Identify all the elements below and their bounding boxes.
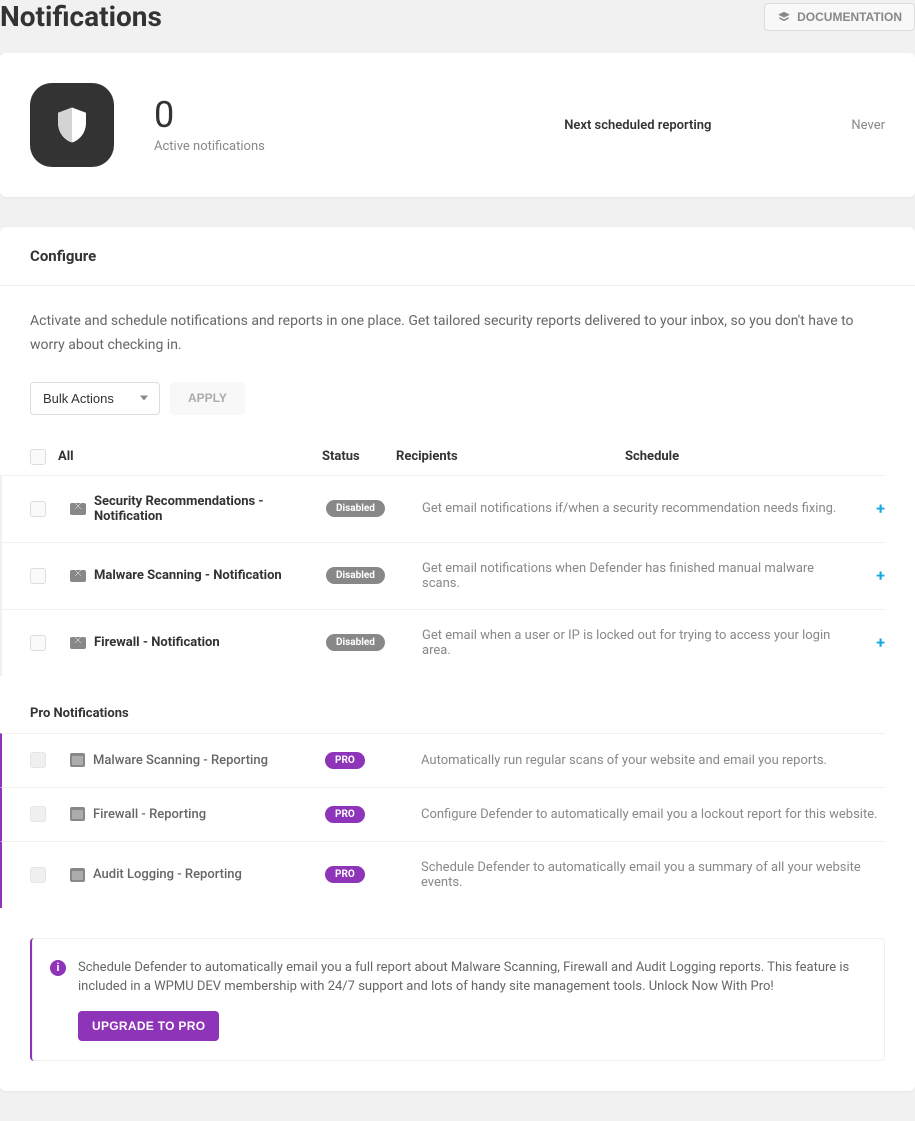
row-description: Automatically run regular scans of your …: [399, 753, 885, 768]
upgrade-to-pro-button[interactable]: UPGRADE TO PRO: [78, 1011, 219, 1041]
expand-button[interactable]: +: [855, 633, 885, 652]
row-checkbox[interactable]: [30, 501, 46, 517]
configure-intro: Activate and schedule notifications and …: [30, 310, 885, 358]
select-all-checkbox[interactable]: [30, 449, 46, 465]
row-description: Schedule Defender to automatically email…: [399, 860, 885, 890]
row-description: Get email notifications when Defender ha…: [400, 561, 855, 591]
summary-card: 0 Active notifications Next scheduled re…: [0, 53, 915, 197]
calendar-icon: [70, 868, 85, 882]
active-count: 0: [154, 97, 265, 133]
active-label: Active notifications: [154, 139, 265, 154]
row-checkbox-disabled: [30, 867, 46, 883]
expand-button[interactable]: +: [855, 499, 885, 518]
row-title: Security Recommendations - Notification: [94, 494, 326, 524]
row-title: Firewall - Reporting: [93, 807, 325, 822]
expand-button[interactable]: +: [855, 566, 885, 585]
pro-notification-row: Firewall - ReportingPRO Configure Defende…: [0, 787, 885, 841]
row-title: Malware Scanning - Reporting: [93, 753, 325, 768]
configure-heading: Configure: [0, 227, 915, 286]
apply-button[interactable]: APPLY: [170, 382, 245, 415]
col-schedule: Schedule: [625, 449, 845, 464]
documentation-button[interactable]: DOCUMENTATION: [764, 3, 915, 31]
row-checkbox[interactable]: [30, 635, 46, 651]
pro-badge: PRO: [325, 806, 365, 823]
row-description: Get email when a user or IP is locked ou…: [400, 628, 855, 658]
calendar-icon: [70, 753, 85, 767]
status-badge: Disabled: [326, 567, 385, 584]
shield-icon: [30, 83, 114, 167]
info-icon: i: [50, 960, 66, 976]
upsell-text: Schedule Defender to automatically email…: [78, 958, 865, 997]
row-description: Configure Defender to automatically emai…: [399, 807, 885, 822]
calendar-icon: [70, 807, 85, 821]
notification-row: Firewall - NotificationDisabled Get email…: [0, 609, 885, 676]
row-checkbox-disabled: [30, 752, 46, 768]
col-status: Status: [322, 449, 396, 464]
pro-notifications-heading: Pro Notifications: [0, 706, 885, 721]
row-description: Get email notifications if/when a securi…: [400, 501, 855, 516]
row-title: Malware Scanning - Notification: [94, 568, 326, 583]
mail-icon: [70, 637, 86, 649]
next-scheduled-value: Never: [851, 118, 885, 133]
notification-row: Malware Scanning - NotificationDisabled G…: [0, 542, 885, 609]
documentation-icon: [777, 10, 791, 24]
table-header: All Status Recipients Schedule: [30, 439, 885, 475]
next-scheduled-label: Next scheduled reporting: [564, 118, 711, 133]
mail-icon: [70, 503, 86, 515]
status-badge: Disabled: [326, 500, 385, 517]
mail-icon: [70, 570, 86, 582]
configure-card: Configure Activate and schedule notifica…: [0, 227, 915, 1091]
bulk-actions-select[interactable]: Bulk Actions: [30, 382, 160, 415]
pro-badge: PRO: [325, 752, 365, 769]
row-title: Firewall - Notification: [94, 635, 326, 650]
pro-badge: PRO: [325, 866, 365, 883]
row-title: Audit Logging - Reporting: [93, 867, 325, 882]
upsell-box: i Schedule Defender to automatically ema…: [30, 938, 885, 1061]
notification-row: Security Recommendations - NotificationD…: [0, 475, 885, 542]
col-all: All: [58, 449, 322, 464]
page-title: Notifications: [0, 0, 162, 33]
row-checkbox-disabled: [30, 806, 46, 822]
pro-notification-row: Malware Scanning - ReportingPRO Automatic…: [0, 733, 885, 787]
pro-notification-row: Audit Logging - ReportingPRO Schedule Def…: [0, 841, 885, 908]
status-badge: Disabled: [326, 634, 385, 651]
col-recipients: Recipients: [396, 449, 625, 464]
documentation-label: DOCUMENTATION: [797, 10, 902, 24]
row-checkbox[interactable]: [30, 568, 46, 584]
